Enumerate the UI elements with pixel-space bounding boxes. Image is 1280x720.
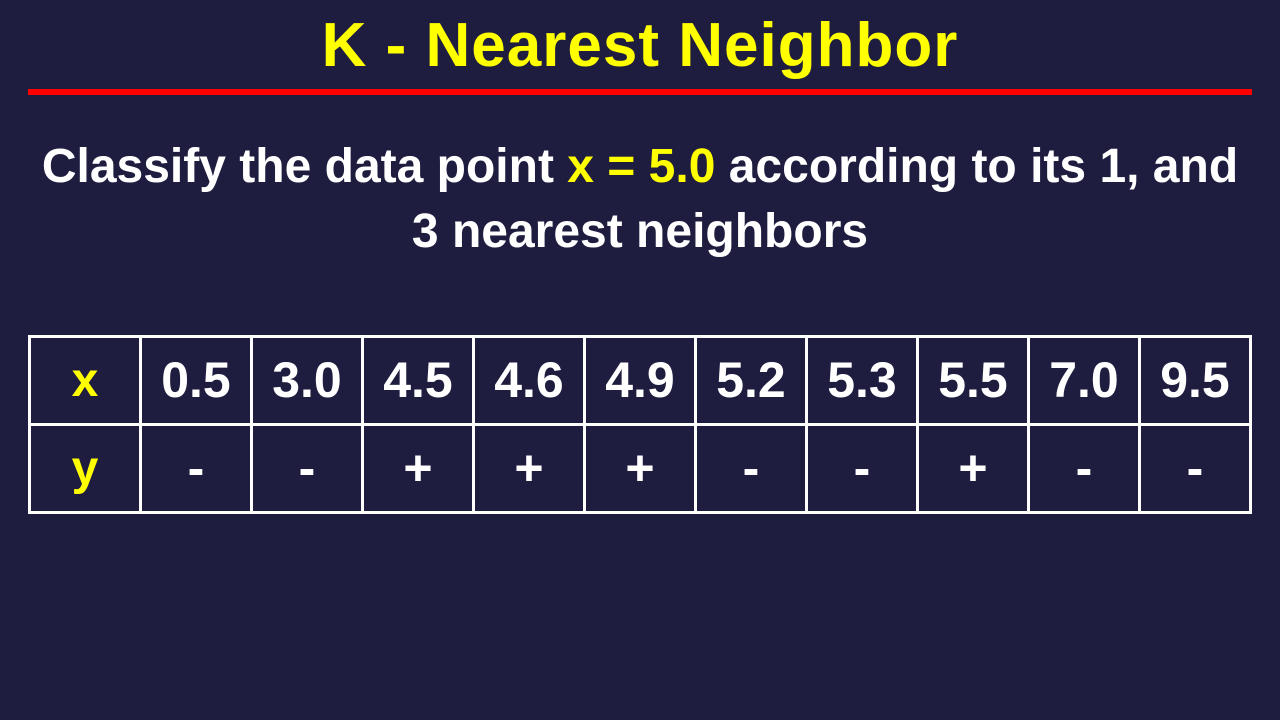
slide-title: K - Nearest Neighbor	[0, 0, 1280, 81]
y-cell: -	[1140, 424, 1251, 512]
y-cell: -	[1029, 424, 1140, 512]
y-cell: -	[252, 424, 363, 512]
x-cell: 5.3	[807, 336, 918, 424]
y-cell: +	[585, 424, 696, 512]
prompt-highlight: x = 5.0	[567, 140, 715, 193]
y-cell: -	[141, 424, 252, 512]
y-cell: +	[918, 424, 1029, 512]
x-cell: 4.6	[474, 336, 585, 424]
table-row: y - - + + + - - + - -	[30, 424, 1251, 512]
x-cell: 5.5	[918, 336, 1029, 424]
row-label-y: y	[30, 424, 141, 512]
x-cell: 0.5	[141, 336, 252, 424]
x-cell: 4.9	[585, 336, 696, 424]
x-cell: 5.2	[696, 336, 807, 424]
problem-prompt: Classify the data point x = 5.0 accordin…	[30, 135, 1250, 265]
prompt-text-pre: Classify the data point	[42, 140, 567, 193]
y-cell: -	[696, 424, 807, 512]
table-row: x 0.5 3.0 4.5 4.6 4.9 5.2 5.3 5.5 7.0 9.…	[30, 336, 1251, 424]
x-cell: 4.5	[363, 336, 474, 424]
x-cell: 3.0	[252, 336, 363, 424]
y-cell: -	[807, 424, 918, 512]
x-cell: 7.0	[1029, 336, 1140, 424]
row-label-x: x	[30, 336, 141, 424]
y-cell: +	[363, 424, 474, 512]
title-underline	[28, 89, 1252, 95]
x-cell: 9.5	[1140, 336, 1251, 424]
data-table: x 0.5 3.0 4.5 4.6 4.9 5.2 5.3 5.5 7.0 9.…	[28, 335, 1252, 514]
y-cell: +	[474, 424, 585, 512]
